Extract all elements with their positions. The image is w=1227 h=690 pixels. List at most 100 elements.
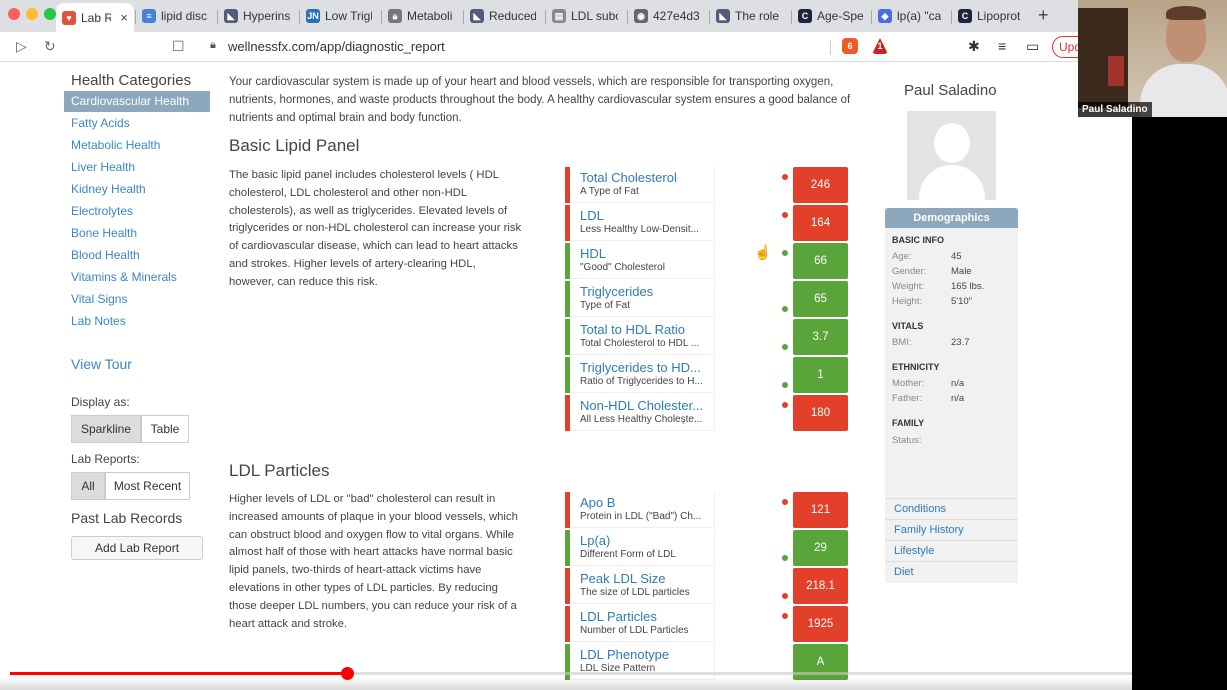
- tab-separator: [871, 10, 872, 24]
- biomarker-text: Peak LDL Size The size of LDL particles: [571, 568, 714, 604]
- biomarker-name[interactable]: HDL: [580, 246, 714, 261]
- biomarker-description: All Less Healthy Cholește...: [580, 414, 703, 425]
- video-scrubber-handle[interactable]: [341, 667, 354, 680]
- demographics-panel: Demographics BASIC INFO Age: 45 Gender: Mal…: [885, 208, 1018, 583]
- sidebar-item-electrolytes[interactable]: Electrolytes: [64, 201, 210, 222]
- wallet-icon[interactable]: ▭: [1026, 38, 1039, 55]
- sidebar-item-blood-health[interactable]: Blood Health: [64, 245, 210, 266]
- tab-7[interactable]: ▤ LDL subc: [546, 4, 624, 28]
- tab-4[interactable]: JN Low Trigl: [300, 4, 378, 28]
- sparkline-toggle[interactable]: Sparkline: [71, 415, 141, 443]
- profile-link-diet[interactable]: Diet: [885, 561, 1018, 582]
- cardiovascular-intro: Your cardiovascular system is made up of…: [229, 76, 851, 124]
- biomarker-row[interactable]: Apo B Protein in LDL ("Bad") Ch... 121: [565, 492, 849, 528]
- sparkline: [714, 492, 792, 528]
- biomarker-row[interactable]: Lp(a) Different Form of LDL 29: [565, 530, 849, 566]
- biomarker-row[interactable]: LDL Particles Number of LDL Particles 1925: [565, 606, 849, 642]
- biomarker-name[interactable]: LDL Particles: [580, 609, 714, 624]
- ldl-particles-title: LDL Particles: [229, 461, 330, 480]
- sidebar-item-vital-signs[interactable]: Vital Signs: [64, 289, 210, 310]
- maximize-window-icon[interactable]: [44, 8, 56, 20]
- biomarker-row[interactable]: LDL Less Healthy Low-Densit... 164: [565, 205, 849, 241]
- most-recent-toggle[interactable]: Most Recent: [105, 472, 190, 500]
- sidebar-item-bone-health[interactable]: Bone Health: [64, 223, 210, 244]
- biomarker-text: LDL Less Healthy Low-Densit...: [571, 205, 714, 241]
- tab-12[interactable]: C Lipoprot: [952, 4, 1032, 28]
- biomarker-row[interactable]: Non-HDL Cholester... All Less Healthy Cho…: [565, 395, 849, 431]
- minimize-window-icon[interactable]: [26, 8, 38, 20]
- reading-list-icon[interactable]: ≡: [998, 38, 1006, 54]
- biomarker-name[interactable]: Lp(a): [580, 533, 714, 548]
- profile-link-lifestyle[interactable]: Lifestyle: [885, 540, 1018, 561]
- biomarker-row[interactable]: HDL "Good" Cholesterol 66: [565, 243, 849, 279]
- tab-9[interactable]: ◣ The role: [710, 4, 788, 28]
- play-icon[interactable]: ▷: [16, 38, 27, 55]
- display-as-label: Display as:: [71, 395, 130, 409]
- tab-2[interactable]: ≡ lipid disc: [136, 4, 214, 28]
- close-tab-icon[interactable]: ×: [120, 10, 128, 25]
- sidebar-item-cardiovascular-health[interactable]: Cardiovascular Health: [64, 91, 210, 112]
- biomarker-row[interactable]: Triglycerides Type of Fat 65: [565, 281, 849, 317]
- biomarker-name[interactable]: Non-HDL Cholester...: [580, 398, 714, 413]
- tab-separator: [627, 10, 628, 24]
- demographic-value: n/a: [951, 393, 965, 404]
- biomarker-row[interactable]: Total Cholesterol A Type of Fat 246: [565, 167, 849, 203]
- sparkline: [714, 319, 792, 355]
- reload-icon[interactable]: ↻: [44, 38, 56, 55]
- tab-6[interactable]: ◣ Reduced: [464, 4, 542, 28]
- sidebar-item-fatty-acids[interactable]: Fatty Acids: [64, 113, 210, 134]
- brave-shield-icon[interactable]: 6: [842, 38, 858, 54]
- tab-separator: [299, 10, 300, 24]
- tab-8[interactable]: ◉ 427e4d3: [628, 4, 706, 28]
- sidebar-item-lab-notes[interactable]: Lab Notes: [64, 311, 210, 332]
- bookmark-icon: ◣: [716, 9, 730, 23]
- table-toggle[interactable]: Table: [141, 415, 189, 443]
- extensions-icon[interactable]: ✱: [968, 38, 980, 55]
- tab-10[interactable]: C Age-Spe: [792, 4, 870, 28]
- address-bar[interactable]: wellnessfx.com/app/diagnostic_report: [228, 39, 445, 54]
- sparkline: [714, 357, 792, 393]
- brave-rewards-icon[interactable]: 1: [872, 38, 888, 54]
- biomarker-name[interactable]: Peak LDL Size: [580, 571, 714, 586]
- sparkline-dot: [782, 555, 788, 561]
- tab-1[interactable]: ♥ Lab Re ×: [56, 3, 134, 32]
- biomarker-text: Triglycerides to HD... Ratio of Triglycer…: [571, 357, 714, 393]
- all-reports-toggle[interactable]: All: [71, 472, 105, 500]
- tab-11[interactable]: ◆ lp(a) "ca: [872, 4, 950, 28]
- status-bar: [565, 492, 570, 528]
- biomarker-text: Total Cholesterol A Type of Fat: [571, 167, 714, 203]
- biomarker-name[interactable]: Apo B: [580, 495, 714, 510]
- bookmark-icon[interactable]: ☐: [172, 38, 185, 55]
- demographic-key: Age:: [892, 251, 912, 262]
- status-bar: [565, 606, 570, 642]
- sidebar-item-vitamins-minerals[interactable]: Vitamins & Minerals: [64, 267, 210, 288]
- biomarker-name[interactable]: Total Cholesterol: [580, 170, 714, 185]
- sparkline-dot: [782, 402, 788, 408]
- biomarker-row[interactable]: Total to HDL Ratio Total Cholesterol to H…: [565, 319, 849, 355]
- profile-link-conditions[interactable]: Conditions: [885, 498, 1018, 519]
- biomarker-row[interactable]: Peak LDL Size The size of LDL particles 21…: [565, 568, 849, 604]
- biomarker-text: Apo B Protein in LDL ("Bad") Ch...: [571, 492, 714, 528]
- demographic-value: 23.7: [951, 337, 970, 348]
- add-lab-report-button[interactable]: Add Lab Report: [71, 536, 203, 560]
- view-tour-link[interactable]: View Tour: [71, 356, 132, 372]
- new-tab-icon[interactable]: +: [1038, 5, 1049, 26]
- biomarker-name[interactable]: LDL Phenotype: [580, 647, 714, 662]
- biomarker-row[interactable]: Triglycerides to HD... Ratio of Triglycer…: [565, 357, 849, 393]
- sidebar-item-liver-health[interactable]: Liver Health: [64, 157, 210, 178]
- tab-label: Age-Spe: [817, 9, 864, 23]
- biomarker-value: 65: [793, 281, 848, 317]
- sidebar-item-kidney-health[interactable]: Kidney Health: [64, 179, 210, 200]
- biomarker-name[interactable]: LDL: [580, 208, 714, 223]
- tab-5[interactable]: 🔒︎ Metaboli: [382, 4, 460, 28]
- status-bar: [565, 357, 570, 393]
- screen: ♥ Lab Re × ≡ lipid disc ◣ Hyperins JN Low Trigl 🔒…: [0, 0, 1227, 690]
- close-window-icon[interactable]: [8, 8, 20, 20]
- biomarker-name[interactable]: Triglycerides: [580, 284, 714, 299]
- ldl-particles-description: Higher levels of LDL or "bad" cholestero…: [229, 493, 518, 630]
- sidebar-item-metabolic-health[interactable]: Metabolic Health: [64, 135, 210, 156]
- tab-3[interactable]: ◣ Hyperins: [218, 4, 296, 28]
- biomarker-name[interactable]: Triglycerides to HD...: [580, 360, 714, 375]
- biomarker-name[interactable]: Total to HDL Ratio: [580, 322, 714, 337]
- profile-link-family-history[interactable]: Family History: [885, 519, 1018, 540]
